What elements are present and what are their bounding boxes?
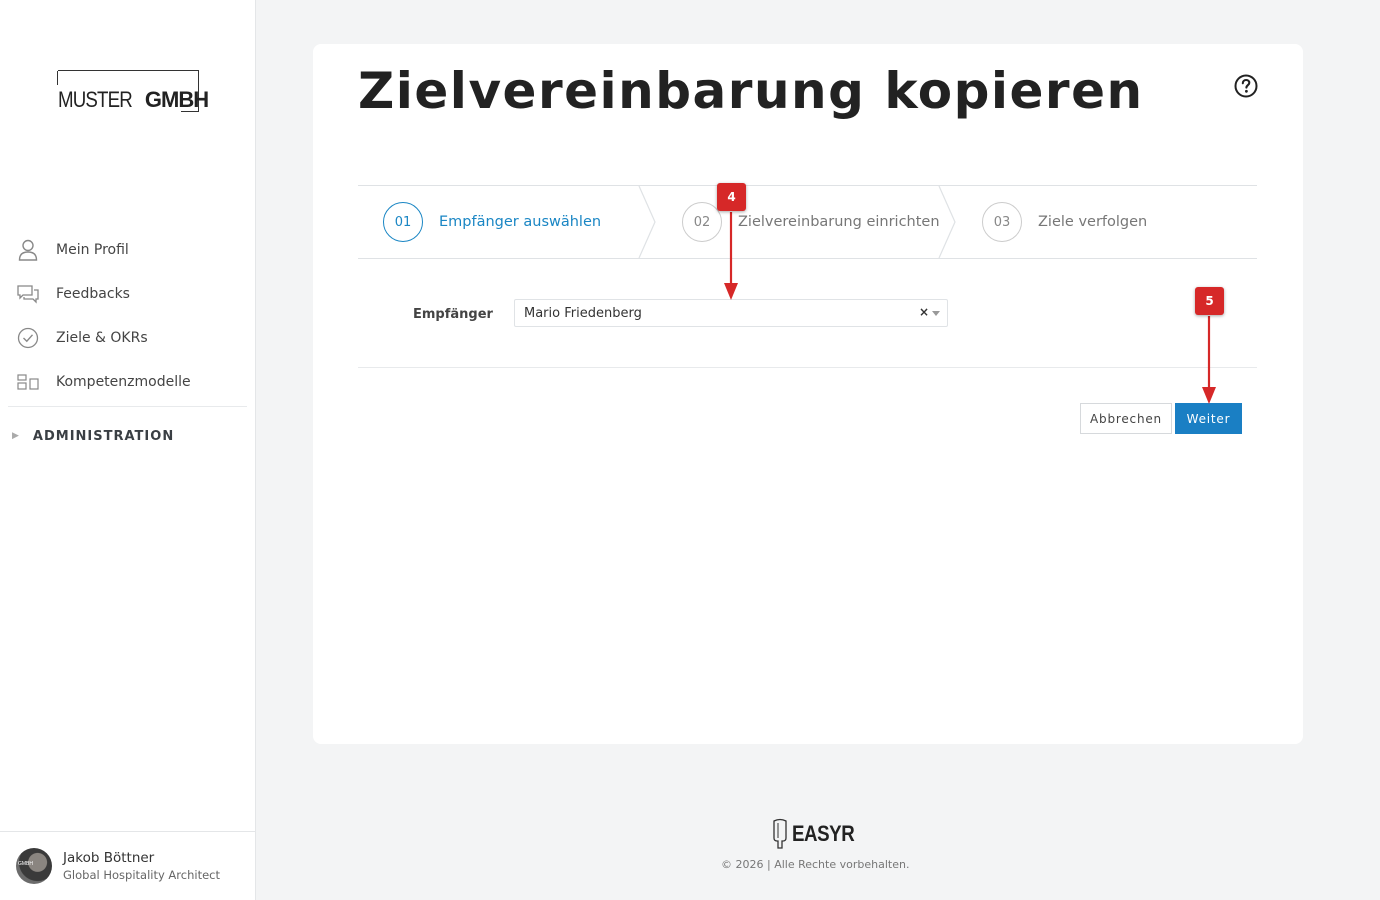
page-title: Zielvereinbarung kopieren <box>358 62 1144 120</box>
main-card: Zielvereinbarung kopieren 01 Empfänger a… <box>313 44 1303 744</box>
annotation-marker-5: 5 <box>1195 287 1224 315</box>
annotation-marker-4: 4 <box>717 183 746 211</box>
footer-logo: EASYR <box>771 818 865 850</box>
sidebar-item-administration[interactable]: ▶ ADMINISTRATION <box>0 407 255 465</box>
footer-brand: EASYR <box>792 821 855 846</box>
stepper: 01 Empfänger auswählen 02 Zielvereinbaru… <box>358 185 1257 259</box>
sidebar-item-label: Mein Profil <box>56 242 129 258</box>
sidebar-item-ziele-okrs[interactable]: Ziele & OKRs <box>0 316 255 360</box>
chat-bubbles-icon <box>16 282 40 306</box>
sidebar-item-feedbacks[interactable]: Feedbacks <box>0 272 255 316</box>
user-info: Jakob Böttner Global Hospitality Archite… <box>63 850 220 882</box>
easyr-logo-icon <box>773 818 787 849</box>
user-role: Global Hospitality Architect <box>63 868 220 882</box>
grid-blocks-icon <box>16 370 40 394</box>
logo-text-part2: GMBH <box>144 87 209 112</box>
logo-text-part1: MUSTER <box>58 87 133 112</box>
help-icon[interactable] <box>1234 74 1258 98</box>
sidebar-item-mein-profil[interactable]: Mein Profil <box>0 228 255 272</box>
admin-label: ADMINISTRATION <box>32 428 175 444</box>
step-number: 03 <box>982 202 1022 242</box>
sidebar-nav: Mein Profil Feedbacks Ziele & OKRs Kompe… <box>0 228 255 465</box>
user-name: Jakob Böttner <box>63 850 155 866</box>
recipient-form-row: Empfänger Mario Friedenberg × <box>358 289 1257 368</box>
copyright: © 2026 | Alle Rechte vorbehalten. <box>721 858 910 871</box>
user-icon <box>16 238 40 262</box>
step-number: 01 <box>383 202 423 242</box>
caret-right-icon: ▶ <box>12 431 19 441</box>
clear-icon[interactable]: × <box>919 305 929 319</box>
recipient-label: Empfänger <box>413 307 493 322</box>
sidebar-item-label: Ziele & OKRs <box>56 330 148 346</box>
sidebar-item-label: Feedbacks <box>56 286 130 302</box>
user-profile[interactable]: Jakob Böttner Global Hospitality Archite… <box>0 831 255 900</box>
step-number: 02 <box>682 202 722 242</box>
step-3[interactable]: 03 Ziele verfolgen <box>982 186 1147 258</box>
recipient-select[interactable]: Mario Friedenberg × <box>514 299 948 327</box>
chevron-down-icon[interactable] <box>932 311 940 316</box>
step-label: Ziele verfolgen <box>1038 214 1148 230</box>
sidebar-item-kompetenzmodelle[interactable]: Kompetenzmodelle <box>0 360 255 404</box>
step-label: Zielvereinbarung einrichten <box>738 214 940 230</box>
step-separator <box>638 186 656 258</box>
company-logo[interactable]: MUSTER GMBH <box>57 70 209 112</box>
sidebar: MUSTER GMBH Mein Profil Feedbacks Ziele &… <box>0 0 256 900</box>
cancel-button[interactable]: Abbrechen <box>1080 403 1172 434</box>
step-label: Empfänger auswählen <box>439 214 602 230</box>
step-1[interactable]: 01 Empfänger auswählen <box>383 186 601 258</box>
check-circle-icon <box>16 326 40 350</box>
step-separator <box>938 186 956 258</box>
avatar <box>16 848 52 884</box>
logo-text: MUSTER GMBH <box>58 87 209 112</box>
recipient-value: Mario Friedenberg <box>524 305 642 321</box>
sidebar-item-label: Kompetenzmodelle <box>56 374 191 390</box>
next-button[interactable]: Weiter <box>1175 403 1242 434</box>
